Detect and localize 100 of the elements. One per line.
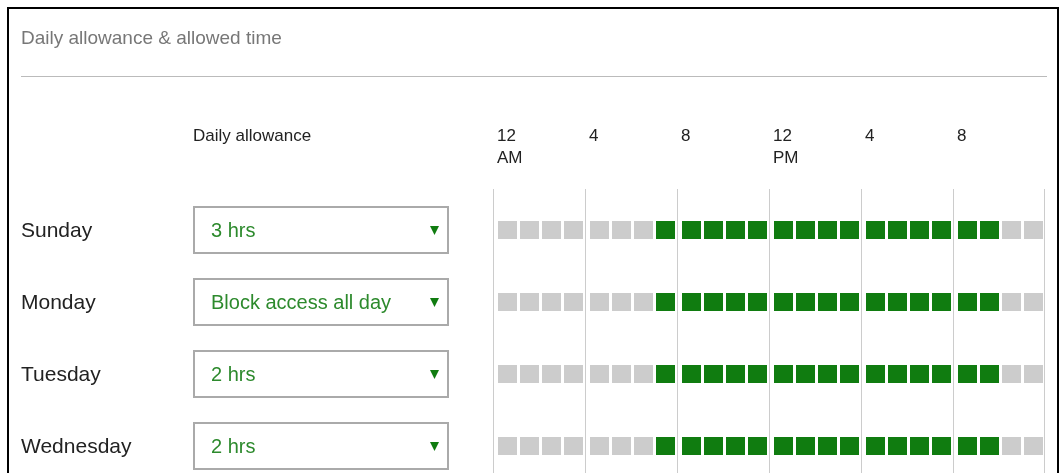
time-slot[interactable] [520, 293, 539, 311]
time-slot[interactable] [682, 221, 701, 239]
time-slot[interactable] [932, 437, 951, 455]
allowance-dropdown[interactable]: Block access all day [193, 278, 449, 326]
time-slot[interactable] [564, 437, 583, 455]
time-slot[interactable] [656, 221, 675, 239]
time-slot[interactable] [932, 293, 951, 311]
time-slot[interactable] [796, 221, 815, 239]
time-slot[interactable] [888, 437, 907, 455]
time-slot[interactable] [958, 437, 977, 455]
time-slot[interactable] [840, 293, 859, 311]
time-slot[interactable] [590, 437, 609, 455]
time-slot[interactable] [888, 365, 907, 383]
time-slot[interactable] [818, 293, 837, 311]
time-slot[interactable] [958, 365, 977, 383]
time-slot[interactable] [682, 293, 701, 311]
time-slot[interactable] [840, 437, 859, 455]
time-slot[interactable] [1002, 437, 1021, 455]
time-slot[interactable] [958, 221, 977, 239]
time-slot[interactable] [1002, 365, 1021, 383]
time-slot[interactable] [1002, 293, 1021, 311]
time-slot[interactable] [564, 221, 583, 239]
time-slot[interactable] [612, 221, 631, 239]
time-slot[interactable] [888, 221, 907, 239]
time-slot[interactable] [542, 365, 561, 383]
time-slot[interactable] [634, 293, 653, 311]
allowance-dropdown[interactable]: 2 hrs [193, 350, 449, 398]
time-slot[interactable] [774, 221, 793, 239]
time-slot[interactable] [634, 365, 653, 383]
time-slot[interactable] [774, 293, 793, 311]
time-slot[interactable] [726, 365, 745, 383]
time-slot[interactable] [520, 365, 539, 383]
time-slot[interactable] [564, 293, 583, 311]
time-slot[interactable] [748, 365, 767, 383]
time-slot[interactable] [748, 221, 767, 239]
time-slot[interactable] [542, 293, 561, 311]
time-slot[interactable] [866, 293, 885, 311]
time-slot[interactable] [682, 365, 701, 383]
time-slot[interactable] [704, 293, 723, 311]
time-slot[interactable] [704, 365, 723, 383]
time-slot[interactable] [1002, 221, 1021, 239]
allowance-dropdown[interactable]: 2 hrs [193, 422, 449, 470]
time-slot[interactable] [542, 221, 561, 239]
time-slot[interactable] [866, 365, 885, 383]
time-slot[interactable] [564, 365, 583, 383]
time-slot[interactable] [520, 221, 539, 239]
time-slot[interactable] [656, 293, 675, 311]
time-slot[interactable] [748, 437, 767, 455]
time-slot[interactable] [656, 437, 675, 455]
time-slot[interactable] [980, 293, 999, 311]
time-slot[interactable] [980, 221, 999, 239]
time-slot[interactable] [932, 221, 951, 239]
time-slot[interactable] [656, 365, 675, 383]
time-slot[interactable] [958, 293, 977, 311]
time-slot[interactable] [910, 293, 929, 311]
time-slot[interactable] [980, 437, 999, 455]
time-slot[interactable] [1024, 293, 1043, 311]
time-slot[interactable] [498, 365, 517, 383]
time-slot[interactable] [796, 293, 815, 311]
time-slot[interactable] [888, 293, 907, 311]
time-slot[interactable] [910, 437, 929, 455]
time-slot[interactable] [818, 437, 837, 455]
time-slot[interactable] [726, 293, 745, 311]
time-slot[interactable] [498, 293, 517, 311]
time-slot[interactable] [726, 221, 745, 239]
time-slot[interactable] [910, 365, 929, 383]
time-slot[interactable] [612, 293, 631, 311]
time-slot[interactable] [774, 365, 793, 383]
time-slot[interactable] [1024, 437, 1043, 455]
time-slot[interactable] [634, 221, 653, 239]
time-slot[interactable] [542, 437, 561, 455]
time-slot[interactable] [866, 437, 885, 455]
time-slot[interactable] [634, 437, 653, 455]
time-slot[interactable] [840, 221, 859, 239]
time-slot[interactable] [590, 221, 609, 239]
time-slot[interactable] [910, 221, 929, 239]
time-slot[interactable] [726, 437, 745, 455]
time-slot[interactable] [1024, 221, 1043, 239]
time-slot[interactable] [590, 293, 609, 311]
allowance-dropdown[interactable]: 3 hrs [193, 206, 449, 254]
time-slot[interactable] [1024, 365, 1043, 383]
time-slot[interactable] [520, 437, 539, 455]
time-slot[interactable] [818, 221, 837, 239]
time-slot[interactable] [612, 365, 631, 383]
time-slot[interactable] [840, 365, 859, 383]
time-slot[interactable] [796, 437, 815, 455]
time-slot[interactable] [704, 437, 723, 455]
time-slot[interactable] [612, 437, 631, 455]
time-slot[interactable] [818, 365, 837, 383]
time-slot[interactable] [796, 365, 815, 383]
time-slot[interactable] [774, 437, 793, 455]
time-slot[interactable] [590, 365, 609, 383]
time-slot[interactable] [704, 221, 723, 239]
time-slot[interactable] [748, 293, 767, 311]
time-slot[interactable] [932, 365, 951, 383]
time-slot[interactable] [498, 221, 517, 239]
time-slot[interactable] [980, 365, 999, 383]
time-slot[interactable] [866, 221, 885, 239]
time-slot[interactable] [682, 437, 701, 455]
time-slot[interactable] [498, 437, 517, 455]
